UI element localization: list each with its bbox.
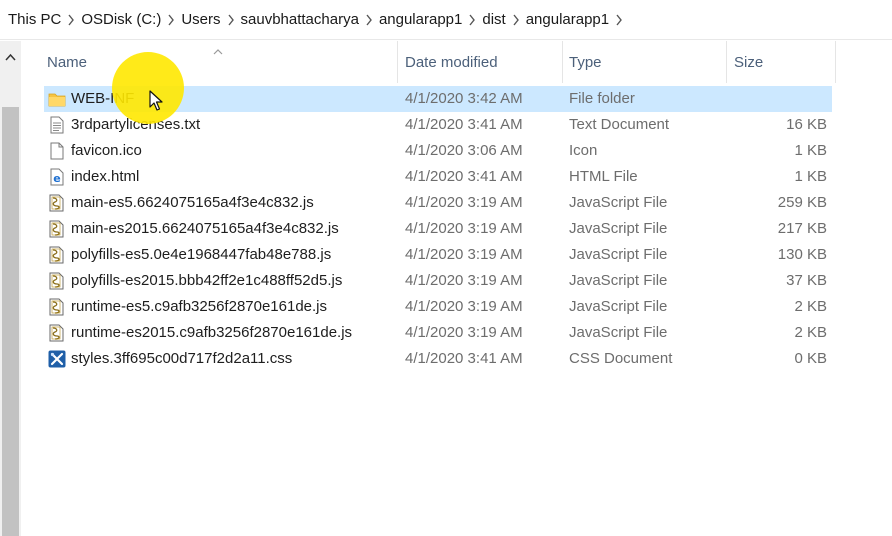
- folder-icon: [47, 86, 67, 112]
- file-type: File folder: [569, 90, 635, 107]
- file-size: 2 KB: [794, 298, 827, 315]
- chevron-right-icon[interactable]: [464, 14, 480, 26]
- file-row[interactable]: styles.3ff695c00d717f2d2a11.css 4/1/2020 …: [44, 346, 832, 372]
- column-size-label: Size: [734, 53, 764, 71]
- file-date-modified: 4/1/2020 3:19 AM: [405, 324, 523, 341]
- column-name-label: Name: [47, 53, 88, 71]
- breadcrumb-users[interactable]: Users: [179, 11, 222, 28]
- file-row[interactable]: favicon.ico 4/1/2020 3:06 AM Icon 1 KB: [44, 138, 832, 164]
- file-name: runtime-es2015.c9afb3256f2870e161de.js: [71, 324, 353, 341]
- script-file-icon: [47, 216, 67, 242]
- file-date-modified: 4/1/2020 3:41 AM: [405, 168, 523, 185]
- edge-html-icon: e: [47, 164, 67, 190]
- breadcrumb-user-folder[interactable]: sauvbhattacharya: [239, 11, 361, 28]
- file-size: 217 KB: [777, 220, 827, 237]
- column-divider[interactable]: [726, 41, 727, 83]
- file-type: JavaScript File: [569, 272, 668, 289]
- file-date-modified: 4/1/2020 3:42 AM: [405, 90, 523, 107]
- column-date-modified[interactable]: Date modified: [405, 41, 565, 83]
- file-size: 1 KB: [794, 142, 827, 159]
- column-date-label: Date modified: [405, 53, 498, 71]
- file-date-modified: 4/1/2020 3:41 AM: [405, 116, 523, 133]
- file-type: JavaScript File: [569, 298, 668, 315]
- file-name: runtime-es5.c9afb3256f2870e161de.js: [71, 298, 328, 315]
- svg-text:e: e: [53, 172, 60, 185]
- file-name: main-es2015.6624075165a4f3e4c832.js: [71, 220, 339, 237]
- chevron-right-icon[interactable]: [223, 14, 239, 26]
- file-date-modified: 4/1/2020 3:06 AM: [405, 142, 523, 159]
- script-file-icon: [47, 294, 67, 320]
- file-date-modified: 4/1/2020 3:19 AM: [405, 246, 523, 263]
- column-divider[interactable]: [835, 41, 836, 83]
- file-size: 130 KB: [777, 246, 827, 263]
- file-row[interactable]: runtime-es2015.c9afb3256f2870e161de.js 4/…: [44, 320, 832, 346]
- column-type[interactable]: Type: [569, 41, 729, 83]
- cursor-highlight: [112, 52, 184, 124]
- file-type: JavaScript File: [569, 194, 668, 211]
- file-row[interactable]: runtime-es5.c9afb3256f2870e161de.js 4/1/2…: [44, 294, 832, 320]
- script-file-icon: [47, 268, 67, 294]
- file-row[interactable]: e index.html 4/1/2020 3:41 AM HTML File 1 KB: [44, 164, 832, 190]
- breadcrumb-this-pc[interactable]: This PC: [6, 11, 63, 28]
- script-file-icon: [47, 242, 67, 268]
- file-row[interactable]: main-es2015.6624075165a4f3e4c832.js 4/1/2…: [44, 216, 832, 242]
- file-type: Text Document: [569, 116, 670, 133]
- file-type: CSS Document: [569, 350, 673, 367]
- file-date-modified: 4/1/2020 3:41 AM: [405, 350, 523, 367]
- file-name: index.html: [71, 168, 140, 185]
- breadcrumb-osdisk[interactable]: OSDisk (C:): [79, 11, 163, 28]
- file-row[interactable]: polyfills-es5.0e4e1968447fab48e788.js 4/1…: [44, 242, 832, 268]
- file-name: main-es5.6624075165a4f3e4c832.js: [71, 194, 314, 211]
- column-divider[interactable]: [562, 41, 563, 83]
- file-size: 1 KB: [794, 168, 827, 185]
- breadcrumb-angularapp1[interactable]: angularapp1: [377, 11, 464, 28]
- file-date-modified: 4/1/2020 3:19 AM: [405, 298, 523, 315]
- scroll-up-icon[interactable]: [0, 49, 21, 65]
- mouse-pointer-icon: [149, 90, 163, 117]
- file-type: Icon: [569, 142, 598, 159]
- text-file-icon: [47, 112, 67, 138]
- file-row[interactable]: main-es5.6624075165a4f3e4c832.js 4/1/2020…: [44, 190, 832, 216]
- file-type: JavaScript File: [569, 220, 668, 237]
- chevron-right-icon[interactable]: [611, 14, 627, 26]
- blank-file-icon: [47, 138, 67, 164]
- file-type: JavaScript File: [569, 246, 668, 263]
- chevron-right-icon[interactable]: [63, 14, 79, 26]
- breadcrumb-current-folder[interactable]: angularapp1: [524, 11, 611, 28]
- file-size: 2 KB: [794, 324, 827, 341]
- scrollbar-thumb[interactable]: [2, 107, 19, 536]
- file-date-modified: 4/1/2020 3:19 AM: [405, 194, 523, 211]
- column-size[interactable]: Size: [734, 41, 834, 83]
- file-size: 37 KB: [786, 272, 827, 289]
- chevron-right-icon[interactable]: [163, 14, 179, 26]
- file-row[interactable]: polyfills-es2015.bbb42ff2e1c488ff52d5.js…: [44, 268, 832, 294]
- address-bar[interactable]: This PC OSDisk (C:) Users sauvbhattachar…: [0, 0, 892, 40]
- file-name: polyfills-es2015.bbb42ff2e1c488ff52d5.js: [71, 272, 343, 289]
- file-date-modified: 4/1/2020 3:19 AM: [405, 220, 523, 237]
- file-size: 259 KB: [777, 194, 827, 211]
- file-name: favicon.ico: [71, 142, 142, 159]
- file-type: JavaScript File: [569, 324, 668, 341]
- css-tools-icon: [47, 346, 67, 372]
- navigation-pane-scrollbar[interactable]: [0, 41, 21, 536]
- chevron-right-icon[interactable]: [361, 14, 377, 26]
- file-name: styles.3ff695c00d717f2d2a11.css: [71, 350, 293, 367]
- script-file-icon: [47, 320, 67, 346]
- file-size: 0 KB: [794, 350, 827, 367]
- file-type: HTML File: [569, 168, 638, 185]
- column-divider[interactable]: [397, 41, 398, 83]
- column-name[interactable]: Name: [47, 41, 403, 83]
- breadcrumb-dist[interactable]: dist: [480, 11, 507, 28]
- chevron-right-icon[interactable]: [508, 14, 524, 26]
- script-file-icon: [47, 190, 67, 216]
- column-type-label: Type: [569, 53, 602, 71]
- file-name: polyfills-es5.0e4e1968447fab48e788.js: [71, 246, 332, 263]
- file-date-modified: 4/1/2020 3:19 AM: [405, 272, 523, 289]
- file-size: 16 KB: [786, 116, 827, 133]
